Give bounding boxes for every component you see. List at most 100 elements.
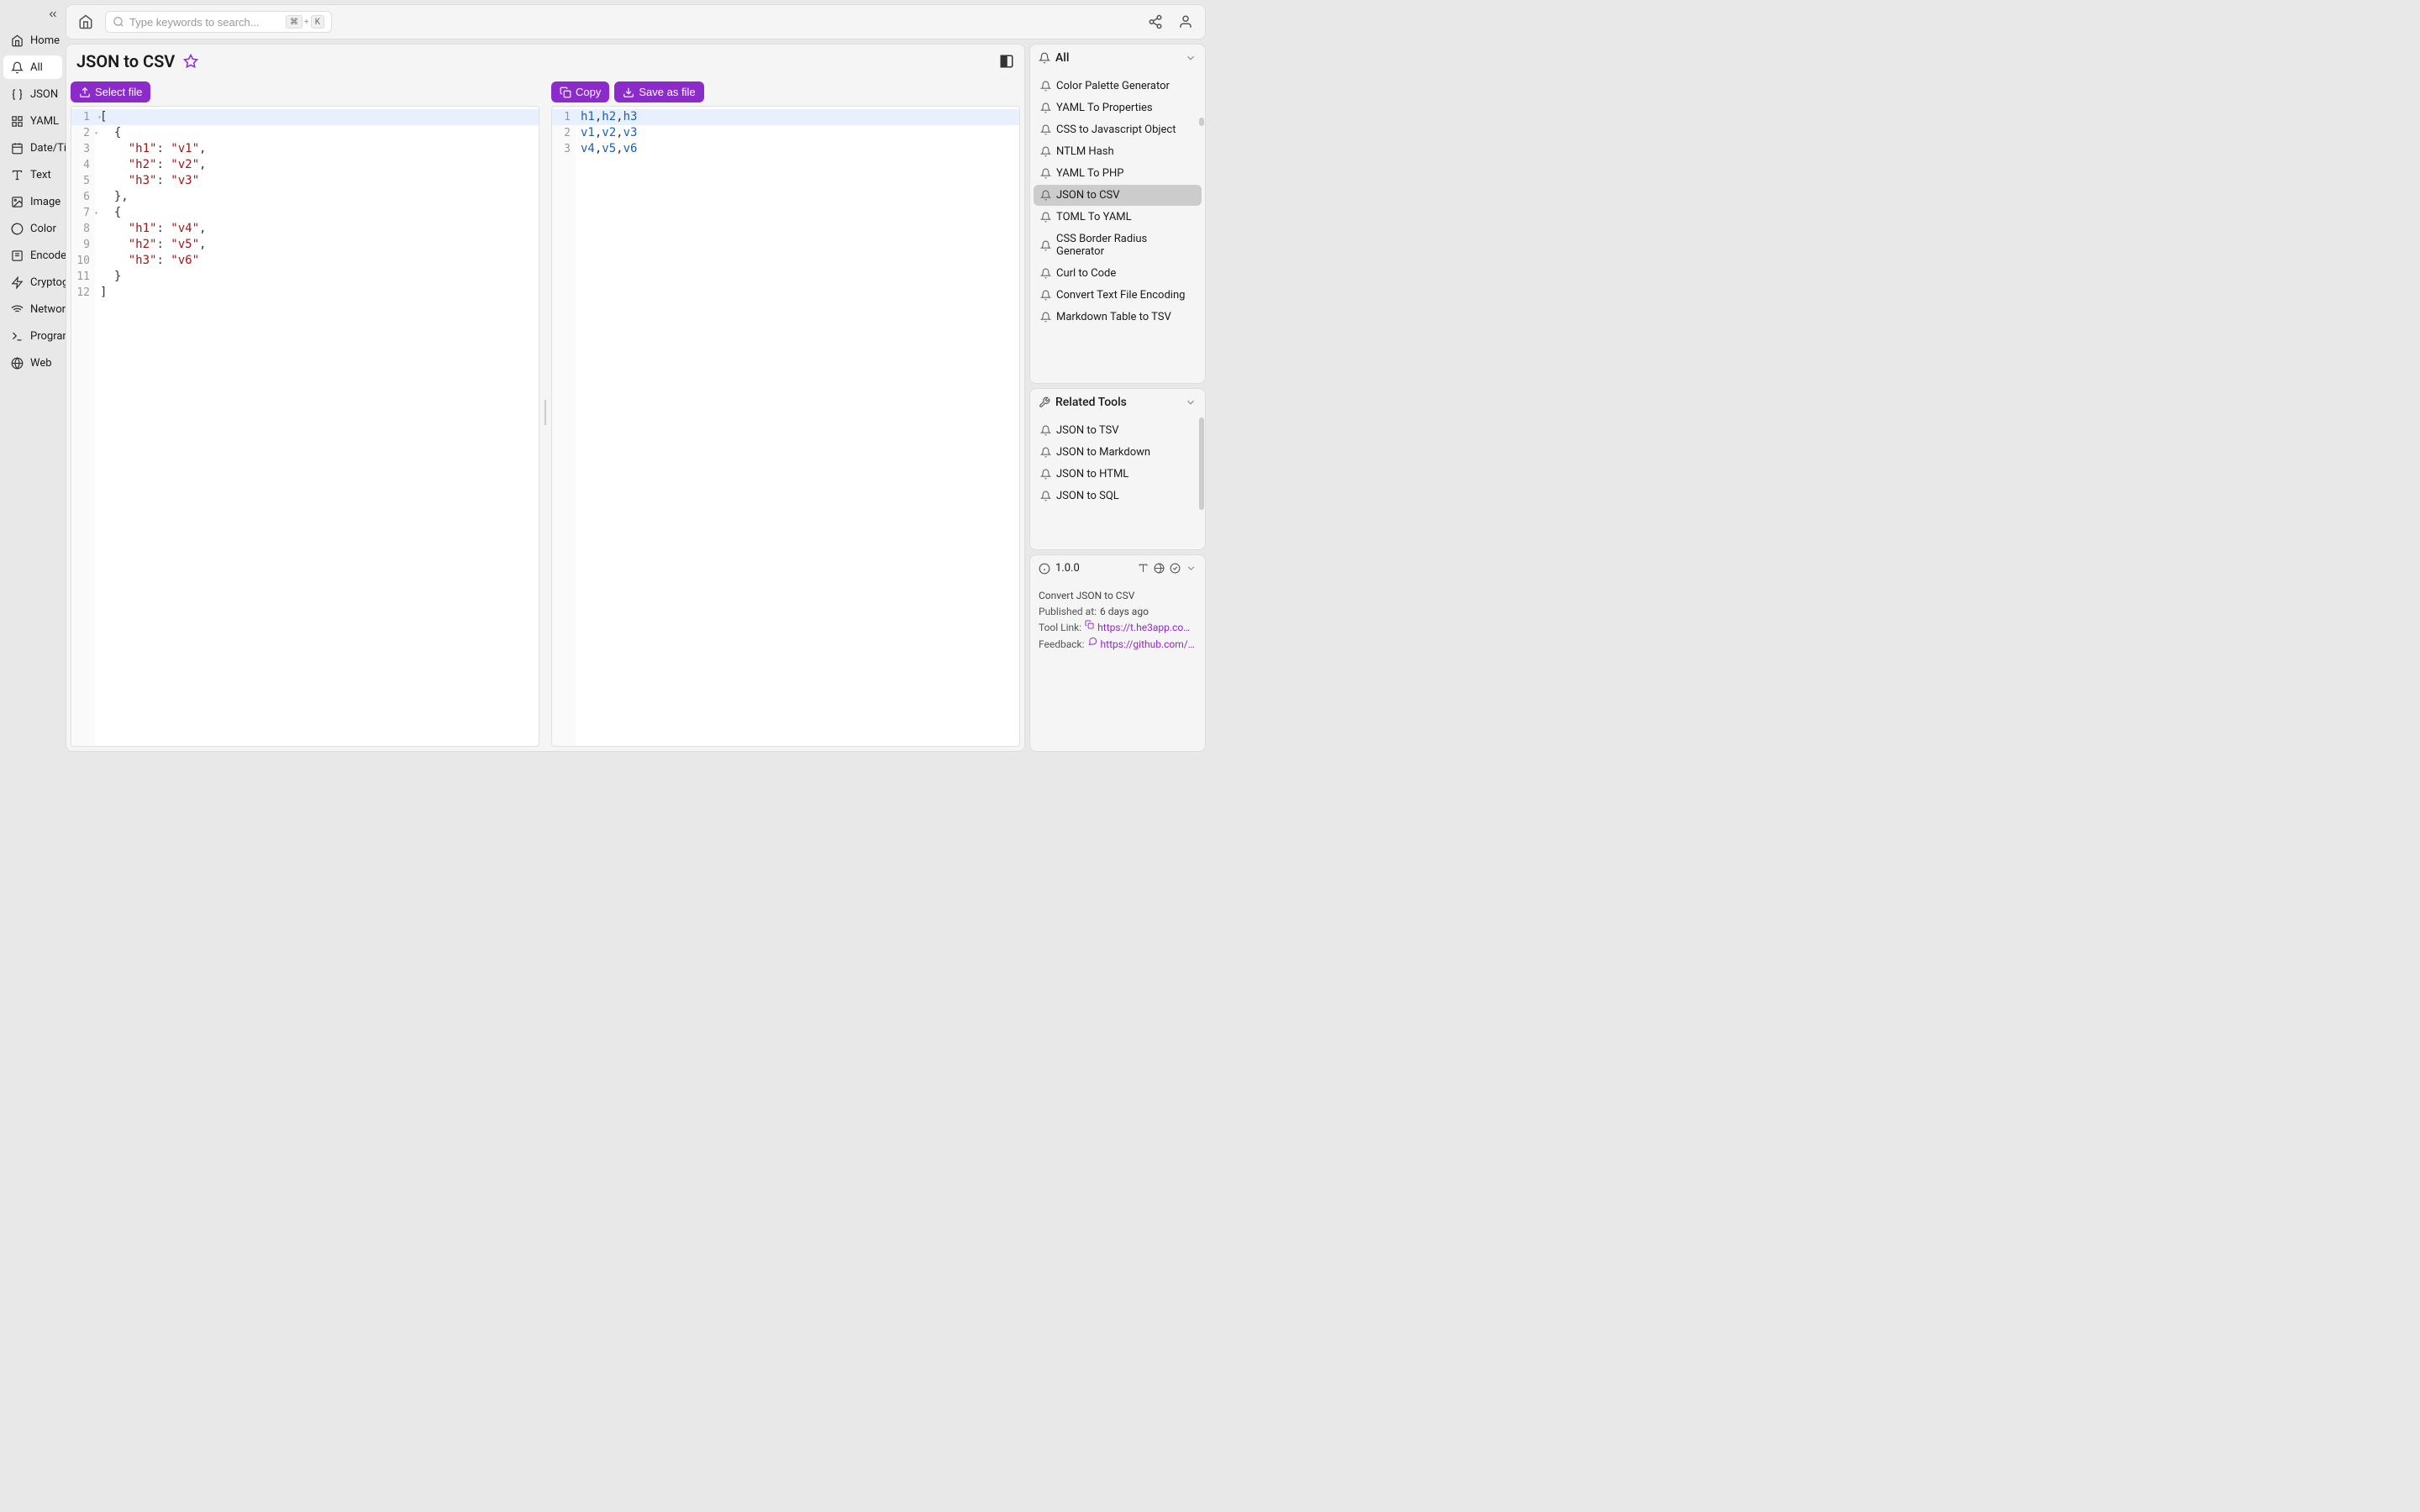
related-tools-list[interactable]: JSON to TSVJSON to MarkdownJSON to HTMLJ… [1030,416,1205,549]
tool-link[interactable]: https://t.he3app.co… [1097,620,1190,636]
bell-icon [1040,491,1051,501]
sidebar-item-label: Home [30,34,60,47]
tool-item[interactable]: JSON to TSV [1034,420,1202,441]
all-tools-list[interactable]: Color Palette GeneratorYAML To Propertie… [1030,71,1205,383]
all-tools-header[interactable]: All [1030,45,1205,71]
sidebar-item-text[interactable]: Text [3,163,62,186]
search-input[interactable] [129,16,281,29]
select-file-button[interactable]: Select file [71,81,150,102]
left-editor-area[interactable]: 1▾2▾34567▾89101112 [ { "h1": "v1", "h2":… [71,106,539,747]
bell-icon [1040,290,1051,301]
info-tool-link: Tool Link: https://t.he3app.co… [1039,620,1197,636]
star-icon[interactable] [183,54,198,69]
search-icon [113,16,124,28]
bell-icon [1040,469,1051,480]
tool-item[interactable]: JSON to SQL [1034,486,1202,507]
bell-icon [1040,447,1051,458]
tool-item[interactable]: Color Palette Generator [1034,76,1202,97]
info-icon [1039,563,1050,575]
topbar: ⌘ + K [66,4,1206,39]
sidebar-item-programming[interactable]: Programming [3,324,62,348]
tool-icon [1039,396,1050,408]
tool-item[interactable]: CSS Border Radius Generator [1034,228,1202,262]
sidebar-item-label: Web [30,357,52,370]
tool-item[interactable]: JSON to CSV [1034,185,1202,206]
tool-item[interactable]: YAML To PHP [1034,163,1202,184]
chevron-down-icon[interactable] [1186,563,1197,574]
main-container: ⌘ + K JSON to CSV [66,0,1210,756]
bell-icon [1040,168,1051,179]
sidebar-item-label: Text [30,169,51,181]
tool-item[interactable]: TOML To YAML [1034,207,1202,228]
left-editor-toolbar: Select file [71,78,539,106]
save-as-file-button[interactable]: Save as file [614,81,703,102]
info-body: Convert JSON to CSV Published at: 6 days… [1030,581,1205,659]
sidebar-item-label: YAML [30,115,59,128]
right-code[interactable]: h1,h2,h3 v1,v2,v3 v4,v5,v6 [576,107,1019,746]
download-icon [623,87,634,98]
info-published: Published at: 6 days ago [1039,604,1197,620]
share-button[interactable] [1144,11,1166,33]
sidebar-item-all[interactable]: All [3,55,62,79]
right-panel: All Color Palette GeneratorYAML To Prope… [1029,44,1206,752]
info-header: 1.0.0 [1030,555,1205,581]
right-editor-area[interactable]: 123 h1,h2,h3 v1,v2,v3 v4,v5,v6 [551,106,1020,747]
check-action-icon[interactable] [1170,563,1181,574]
bell-icon [1040,212,1051,223]
related-tools-header[interactable]: Related Tools [1030,389,1205,416]
sidebar-item-datetime[interactable]: Date/Time [3,136,62,160]
sidebar-item-label: JSON [30,88,58,101]
zap-icon [10,276,24,289]
tool-item[interactable]: Convert Text File Encoding [1034,285,1202,306]
sidebar-item-home[interactable]: Home [3,29,62,52]
user-button[interactable] [1175,11,1197,33]
bell-icon [1040,124,1051,135]
tool-item[interactable]: Markdown Table to TSV [1034,307,1202,328]
info-section: 1.0.0 Convert JSON to CSV Published at: … [1029,554,1206,752]
type-action-icon[interactable] [1138,563,1149,574]
left-code[interactable]: [ { "h1": "v1", "h2": "v2", "h3": "v3" }… [95,107,539,746]
type-icon [10,168,24,181]
tool-item[interactable]: CSS to Javascript Object [1034,119,1202,140]
copy-button[interactable]: Copy [551,81,609,102]
copy-icon[interactable] [1085,620,1094,636]
bell-icon [1040,425,1051,436]
palette-icon [10,222,24,235]
image-icon [10,195,24,208]
globe-action-icon[interactable] [1154,563,1165,574]
message-icon[interactable] [1088,637,1097,653]
sidebar-collapse-button[interactable] [44,5,62,24]
sidebar-item-network[interactable]: Network [3,297,62,321]
sidebar-item-label: Image [30,196,60,208]
tool-item[interactable]: JSON to Markdown [1034,442,1202,463]
sidebar-item-cryptography[interactable]: Cryptography [3,270,62,294]
content-row: JSON to CSV Select file [66,44,1206,752]
sidebar-item-label: Encode [30,249,66,262]
bell-icon [1040,268,1051,279]
scrollbar[interactable] [1199,118,1204,126]
right-editor-toolbar: Copy Save as file [551,78,1020,106]
calendar-icon [10,141,24,155]
search-box[interactable]: ⌘ + K [105,11,332,33]
sidebar-item-yaml[interactable]: YAML [3,109,62,133]
search-shortcut: ⌘ + K [286,15,324,29]
sidebar-item-image[interactable]: Image [3,190,62,213]
tool-item[interactable]: JSON to HTML [1034,464,1202,485]
scrollbar[interactable] [1199,417,1204,510]
editor-splitter[interactable] [544,78,547,747]
panel-header: JSON to CSV [66,45,1024,78]
tool-item[interactable]: YAML To Properties [1034,97,1202,118]
sidebar-item-color[interactable]: Color [3,217,62,240]
sidebar-item-encode[interactable]: Encode [3,244,62,267]
bell-icon [1039,52,1050,64]
bell-icon [1040,102,1051,113]
feedback-link[interactable]: https://github.com/… [1101,637,1195,653]
sidebar-item-json[interactable]: JSON [3,82,62,106]
globe-icon [10,356,24,370]
sidebar-item-web[interactable]: Web [3,351,62,375]
tool-item[interactable]: Curl to Code [1034,263,1202,284]
tool-item[interactable]: NTLM Hash [1034,141,1202,162]
panel-toggle-icon[interactable] [999,54,1014,69]
home-button[interactable] [75,11,97,33]
bell-icon [1040,146,1051,157]
